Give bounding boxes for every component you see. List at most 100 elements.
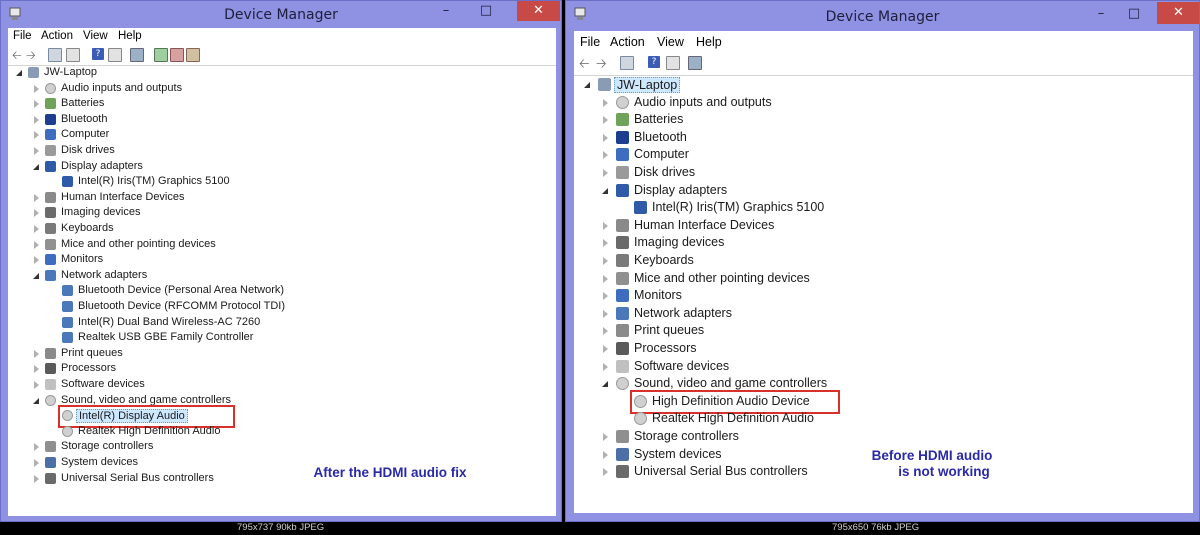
- tree-category[interactable]: Mice and other pointing devices: [8, 238, 556, 253]
- minimize-button[interactable]: –: [1086, 4, 1116, 24]
- forward-icon[interactable]: 🡢: [26, 46, 38, 62]
- scan-hardware-icon[interactable]: [130, 48, 144, 62]
- expand-arrow-icon[interactable]: [602, 309, 610, 318]
- uninstall-device-icon[interactable]: [186, 48, 200, 62]
- close-button[interactable]: ✕: [1157, 2, 1199, 24]
- tree-category[interactable]: Bluetooth: [574, 130, 1193, 145]
- expand-arrow-icon[interactable]: [602, 327, 610, 336]
- tree-category[interactable]: Audio inputs and outputs: [8, 82, 556, 97]
- forward-icon[interactable]: 🡢: [596, 55, 608, 72]
- tree-device[interactable]: Intel(R) Iris(TM) Graphics 5100: [574, 200, 1193, 215]
- expand-arrow-icon[interactable]: [602, 151, 610, 160]
- expand-arrow-icon[interactable]: [33, 100, 41, 109]
- expand-arrow-icon[interactable]: [33, 365, 41, 374]
- menu-help[interactable]: Help: [696, 35, 722, 49]
- tree-root[interactable]: JW-Laptop: [574, 77, 1193, 93]
- title-bar[interactable]: Device Manager – □ ✕: [566, 1, 1199, 29]
- expand-arrow-icon[interactable]: [33, 209, 41, 218]
- disable-device-icon[interactable]: [170, 48, 184, 62]
- expand-arrow-icon[interactable]: [602, 133, 610, 142]
- view-icon[interactable]: [108, 48, 122, 62]
- tree-category[interactable]: Storage controllers: [8, 440, 556, 455]
- expand-arrow-icon[interactable]: [33, 459, 41, 467]
- show-hide-icon[interactable]: [66, 48, 80, 62]
- collapse-arrow-icon[interactable]: [33, 397, 41, 405]
- menu-action[interactable]: Action: [41, 30, 73, 42]
- expand-arrow-icon[interactable]: [33, 349, 41, 358]
- expand-arrow-icon[interactable]: [602, 274, 610, 283]
- tree-device[interactable]: Intel(R) Iris(TM) Graphics 5100: [8, 175, 556, 190]
- expand-arrow-icon[interactable]: [602, 98, 610, 107]
- tree-category[interactable]: Keyboards: [8, 222, 556, 237]
- tree-category[interactable]: Keyboards: [574, 253, 1193, 268]
- tree-device[interactable]: Bluetooth Device (Personal Area Network): [8, 284, 556, 299]
- tree-device[interactable]: Realtek High Definition Audio: [8, 425, 556, 440]
- tree-category[interactable]: Mice and other pointing devices: [574, 271, 1193, 286]
- menu-file[interactable]: File: [580, 35, 600, 49]
- menu-file[interactable]: File: [13, 30, 32, 42]
- scan-hardware-icon[interactable]: [688, 56, 702, 70]
- expand-arrow-icon[interactable]: [602, 292, 610, 301]
- tree-category[interactable]: Imaging devices: [574, 235, 1193, 250]
- tree-category[interactable]: Human Interface Devices: [8, 191, 556, 206]
- collapse-arrow-icon[interactable]: [602, 187, 610, 195]
- tree-category[interactable]: Computer: [574, 147, 1193, 162]
- maximize-button[interactable]: □: [471, 1, 501, 21]
- properties-icon[interactable]: [620, 56, 634, 70]
- tree-category[interactable]: Display adapters: [574, 183, 1193, 198]
- expand-arrow-icon[interactable]: [33, 115, 41, 124]
- expand-arrow-icon[interactable]: [33, 147, 41, 155]
- collapse-arrow-icon[interactable]: [16, 69, 24, 77]
- menu-view[interactable]: View: [83, 30, 108, 42]
- tree-device[interactable]: Bluetooth Device (RFCOMM Protocol TDI): [8, 300, 556, 315]
- collapse-arrow-icon[interactable]: [33, 272, 41, 280]
- expand-arrow-icon[interactable]: [602, 362, 610, 371]
- tree-category[interactable]: Computer: [8, 128, 556, 143]
- help-icon[interactable]: ?: [648, 56, 660, 68]
- expand-arrow-icon[interactable]: [602, 221, 610, 230]
- expand-arrow-icon[interactable]: [602, 450, 610, 459]
- tree-category[interactable]: Batteries: [8, 97, 556, 112]
- tree-category[interactable]: Network adapters: [574, 306, 1193, 321]
- menu-view[interactable]: View: [657, 35, 684, 49]
- properties-icon[interactable]: [48, 48, 62, 62]
- help-icon[interactable]: ?: [92, 48, 104, 60]
- tree-category[interactable]: Software devices: [8, 378, 556, 393]
- tree-root[interactable]: JW-Laptop: [8, 66, 556, 81]
- tree-category[interactable]: Processors: [574, 341, 1193, 356]
- expand-arrow-icon[interactable]: [33, 474, 41, 483]
- tree-category[interactable]: Audio inputs and outputs: [574, 95, 1193, 110]
- title-bar[interactable]: Device Manager – □ ✕: [1, 1, 561, 29]
- back-icon[interactable]: 🡠: [579, 55, 591, 72]
- expand-arrow-icon[interactable]: [33, 225, 41, 233]
- tree-category[interactable]: Human Interface Devices: [574, 218, 1193, 233]
- tree-category[interactable]: Monitors: [574, 288, 1193, 303]
- tree-category[interactable]: Print queues: [8, 347, 556, 362]
- tree-category[interactable]: Display adapters: [8, 160, 556, 175]
- view-icon[interactable]: [666, 56, 680, 70]
- expand-arrow-icon[interactable]: [602, 468, 610, 477]
- expand-arrow-icon[interactable]: [33, 256, 41, 265]
- tree-category[interactable]: Disk drives: [8, 144, 556, 159]
- expand-arrow-icon[interactable]: [33, 240, 41, 249]
- tree-device[interactable]: Realtek High Definition Audio: [574, 411, 1193, 426]
- tree-category[interactable]: Processors: [8, 362, 556, 377]
- tree-category[interactable]: Bluetooth: [8, 113, 556, 128]
- tree-category[interactable]: Software devices: [574, 359, 1193, 374]
- tree-category[interactable]: Print queues: [574, 323, 1193, 338]
- expand-arrow-icon[interactable]: [602, 345, 610, 353]
- maximize-button[interactable]: □: [1119, 4, 1149, 24]
- tree-category[interactable]: Batteries: [574, 112, 1193, 127]
- expand-arrow-icon[interactable]: [602, 239, 610, 248]
- expand-arrow-icon[interactable]: [33, 84, 41, 93]
- expand-arrow-icon[interactable]: [602, 116, 610, 125]
- collapse-arrow-icon[interactable]: [584, 81, 592, 89]
- expand-arrow-icon[interactable]: [602, 169, 610, 177]
- tree-device[interactable]: Realtek USB GBE Family Controller: [8, 331, 556, 346]
- expand-arrow-icon[interactable]: [33, 131, 41, 140]
- tree-category[interactable]: Imaging devices: [8, 206, 556, 221]
- menu-action[interactable]: Action: [610, 35, 645, 49]
- expand-arrow-icon[interactable]: [602, 257, 610, 265]
- tree-category[interactable]: Network adapters: [8, 269, 556, 284]
- expand-arrow-icon[interactable]: [602, 433, 610, 441]
